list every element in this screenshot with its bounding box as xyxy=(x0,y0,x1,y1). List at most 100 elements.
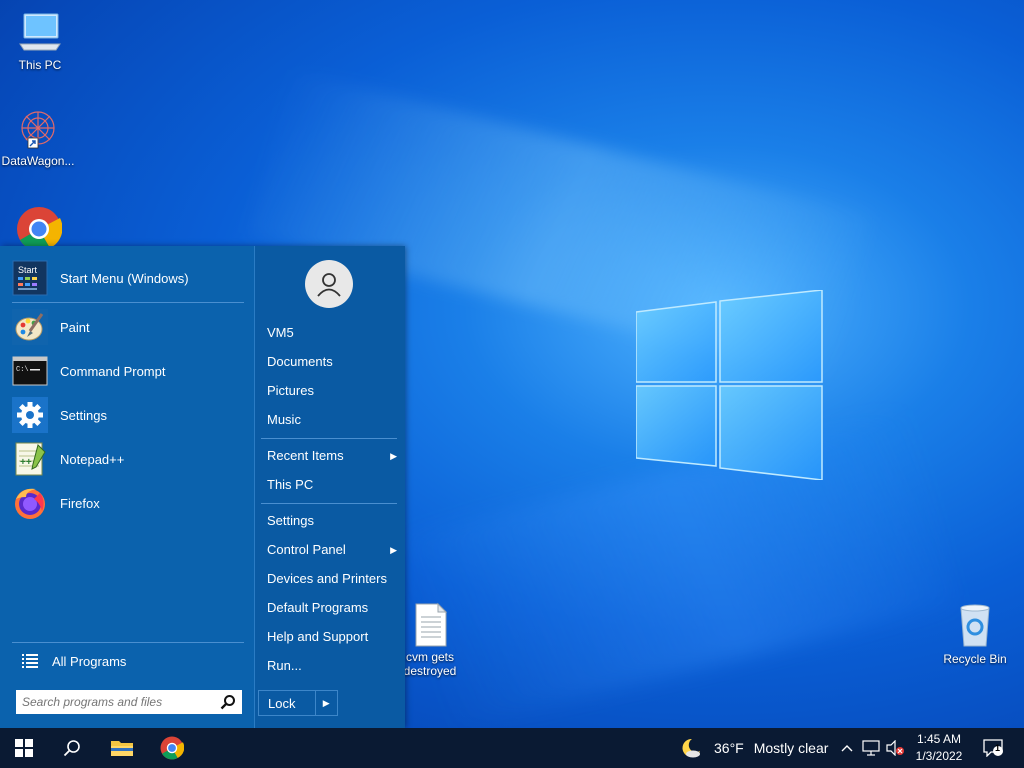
right-item-label: Help and Support xyxy=(267,629,369,644)
start-menu-header-item[interactable]: Start Start Menu (Windows) xyxy=(12,258,248,298)
clock-time: 1:45 AM xyxy=(916,732,962,746)
weather-widget[interactable]: 36°F Mostly clear xyxy=(680,728,830,768)
right-item-control-panel[interactable]: Control Panel ▶ xyxy=(267,537,397,563)
command-prompt-icon: C:\ xyxy=(12,353,48,389)
speaker-muted-icon xyxy=(886,740,904,756)
network-wired-icon xyxy=(862,740,880,756)
user-avatar[interactable] xyxy=(305,260,353,308)
pinned-item-paint[interactable]: Paint xyxy=(12,307,248,347)
lock-button-group: Lock ▶ xyxy=(258,690,338,716)
right-item-user[interactable]: VM5 xyxy=(267,320,397,346)
desktop-icon-this-pc[interactable]: This PC xyxy=(0,8,80,72)
lock-button[interactable]: Lock xyxy=(259,696,315,711)
right-item-label: Run... xyxy=(267,658,302,673)
taskbar-chrome[interactable] xyxy=(150,728,194,768)
separator xyxy=(12,302,244,303)
start-menu-app-icon: Start xyxy=(12,260,48,296)
svg-text:C:\: C:\ xyxy=(16,366,29,374)
taskbar-file-explorer[interactable] xyxy=(100,728,144,768)
separator xyxy=(12,642,244,643)
taskbar-search-button[interactable] xyxy=(50,728,94,768)
pinned-item-command-prompt[interactable]: C:\ Command Prompt xyxy=(12,351,248,391)
right-item-pictures[interactable]: Pictures xyxy=(267,378,397,404)
start-button[interactable] xyxy=(0,728,48,768)
right-item-settings[interactable]: Settings xyxy=(267,508,397,534)
right-item-this-pc[interactable]: This PC xyxy=(267,472,397,498)
windows-logo-icon xyxy=(15,739,33,757)
svg-text:Start: Start xyxy=(18,265,38,275)
paint-icon xyxy=(12,309,48,345)
pinned-label: Notepad++ xyxy=(60,451,125,467)
search-icon[interactable] xyxy=(220,694,236,710)
right-item-label: Pictures xyxy=(267,383,314,398)
moon-cloud-icon xyxy=(682,738,700,758)
clock-date: 1/3/2022 xyxy=(915,749,963,763)
power-options-arrow-icon[interactable]: ▶ xyxy=(314,691,337,715)
weather-temperature: 36°F xyxy=(714,740,744,756)
pinned-item-firefox[interactable]: Firefox xyxy=(12,483,248,523)
right-item-label: Music xyxy=(267,412,301,427)
network-status[interactable] xyxy=(860,728,882,768)
pinned-item-notepad-plus-plus[interactable]: ++ Notepad++ xyxy=(12,439,248,479)
right-item-music[interactable]: Music xyxy=(267,407,397,433)
pinned-label: Start Menu (Windows) xyxy=(60,270,189,286)
right-item-run[interactable]: Run... xyxy=(267,653,397,679)
right-item-recent-items[interactable]: Recent Items ▶ xyxy=(267,443,397,469)
list-icon xyxy=(22,654,38,668)
pinned-label: Command Prompt xyxy=(60,363,166,379)
chevron-up-icon xyxy=(841,745,853,752)
right-item-label: This PC xyxy=(267,477,314,492)
notepad-plus-plus-icon: ++ xyxy=(12,441,48,477)
right-item-help-and-support[interactable]: Help and Support xyxy=(267,624,397,650)
right-item-label: Settings xyxy=(267,513,314,528)
right-item-devices-and-printers[interactable]: Devices and Printers xyxy=(267,566,397,592)
desktop-icon-label: Recycle Bin xyxy=(943,652,1007,666)
weather-description: Mostly clear xyxy=(753,740,829,756)
windows-wallpaper-logo xyxy=(636,290,823,480)
start-menu: Start Start Menu (Windows) Paint C:\ Com… xyxy=(0,246,405,728)
right-item-label: Devices and Printers xyxy=(267,571,387,586)
pinned-label: Paint xyxy=(60,319,90,335)
desktop-icon-recycle-bin[interactable]: Recycle Bin xyxy=(935,602,1015,666)
pinned-label: Settings xyxy=(60,407,107,423)
right-item-label: VM5 xyxy=(267,325,294,340)
datawagon-shortcut-icon xyxy=(21,111,55,149)
clock[interactable]: 1:45 AM 1/3/2022 xyxy=(906,731,972,765)
start-menu-left-pane: Start Start Menu (Windows) Paint C:\ Com… xyxy=(0,246,254,728)
pinned-label: Firefox xyxy=(60,495,100,511)
show-hidden-icons[interactable] xyxy=(838,728,856,768)
text-file-icon xyxy=(415,602,448,647)
desktop-icon-label: DataWagon... xyxy=(1,154,75,168)
volume-status[interactable] xyxy=(884,728,906,768)
separator xyxy=(261,503,397,504)
separator xyxy=(261,438,397,439)
all-programs-label: All Programs xyxy=(52,653,127,669)
right-item-label: Documents xyxy=(267,354,333,369)
notification-count: 1 xyxy=(995,743,1001,753)
user-icon xyxy=(317,273,341,297)
chrome-icon xyxy=(160,736,184,760)
search-input[interactable] xyxy=(16,691,214,713)
desktop-icon-label: cvm gets destroyed xyxy=(403,650,457,678)
taskbar: 36°F Mostly clear 1:45 AM 1/3/2022 1 xyxy=(0,728,1024,768)
start-search-box[interactable] xyxy=(16,690,242,714)
submenu-arrow-icon: ▶ xyxy=(390,451,397,461)
right-item-documents[interactable]: Documents xyxy=(267,349,397,375)
desktop-icon-label: This PC xyxy=(18,58,62,72)
pinned-item-settings[interactable]: Settings xyxy=(12,395,248,435)
right-item-label: Default Programs xyxy=(267,600,369,615)
right-item-label: Control Panel xyxy=(267,542,346,557)
start-menu-right-pane: VM5 Documents Pictures Music Recent Item… xyxy=(254,246,405,728)
settings-gear-icon xyxy=(12,397,48,433)
notification-center-button[interactable]: 1 xyxy=(978,728,1008,768)
desktop-icon-datawagon[interactable]: DataWagon... xyxy=(0,104,78,168)
file-explorer-icon xyxy=(111,741,133,756)
recycle-bin-icon xyxy=(960,604,990,647)
firefox-icon xyxy=(12,485,48,521)
submenu-arrow-icon: ▶ xyxy=(390,545,397,555)
right-item-default-programs[interactable]: Default Programs xyxy=(267,595,397,621)
svg-text:++: ++ xyxy=(20,457,32,468)
all-programs-button[interactable]: All Programs xyxy=(12,646,242,676)
search-icon xyxy=(63,740,80,757)
right-item-label: Recent Items xyxy=(267,448,344,463)
